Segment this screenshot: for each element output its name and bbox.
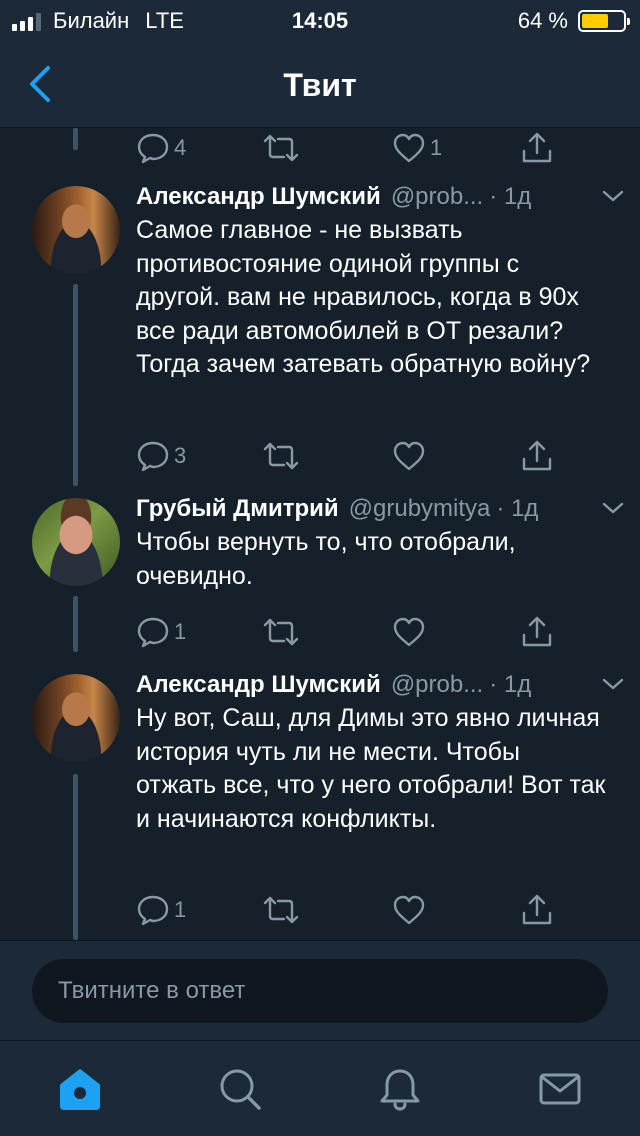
- reply-button[interactable]: 1: [136, 612, 186, 652]
- heart-icon: [393, 617, 425, 647]
- reply-count: 4: [174, 135, 187, 160]
- reply-icon: [137, 441, 169, 472]
- reply-icon: [137, 617, 169, 648]
- reply-button[interactable]: 4: [136, 128, 186, 168]
- author-handle[interactable]: @prob...: [391, 671, 483, 699]
- like-button[interactable]: [392, 436, 430, 476]
- share-icon: [522, 894, 552, 925]
- chevron-down-icon[interactable]: [600, 186, 626, 206]
- tweet-time: · 1д: [489, 671, 532, 698]
- author-handle[interactable]: @prob...: [391, 183, 483, 211]
- tweet-header: Александр Шумский @prob... · 1д: [136, 668, 624, 702]
- tweet-time: · 1д: [489, 183, 532, 210]
- messages-icon: [539, 1073, 581, 1105]
- reply-count: 3: [174, 443, 187, 468]
- navigation-header: Твит: [0, 40, 640, 128]
- reply-button[interactable]: 3: [136, 436, 186, 476]
- tweet-text: Самое главное - не вызвать противостояни…: [136, 216, 591, 379]
- share-icon: [522, 616, 552, 647]
- share-icon: [522, 440, 552, 471]
- tab-bar: [0, 1040, 640, 1136]
- tweet[interactable]: Александр Шумский @prob... · 1д Ну вот, …: [0, 668, 640, 898]
- avatar[interactable]: [32, 674, 120, 762]
- chevron-down-icon[interactable]: [600, 674, 626, 694]
- battery-percent: 64 %: [517, 8, 568, 33]
- chevron-down-icon[interactable]: [600, 498, 626, 518]
- share-icon: [522, 132, 552, 163]
- author-name[interactable]: Александр Шумский: [136, 183, 381, 211]
- like-button[interactable]: 1: [392, 128, 442, 168]
- author-name[interactable]: Грубый Дмитрий: [136, 495, 339, 523]
- status-bar: Билайн LTE 14:05 64 %: [0, 0, 640, 40]
- tweet[interactable]: Грубый Дмитрий @grubymitya · 1д Чтобы ве…: [0, 492, 640, 612]
- avatar[interactable]: [32, 186, 120, 274]
- tab-home[interactable]: [52, 1061, 108, 1117]
- tweet-time: · 1д: [496, 495, 539, 522]
- reply-composer: [0, 940, 640, 1040]
- retweet-button[interactable]: [262, 890, 304, 930]
- home-icon: [60, 1069, 100, 1110]
- like-button[interactable]: [392, 890, 430, 930]
- share-button[interactable]: [520, 890, 554, 930]
- battery-icon: [578, 10, 630, 32]
- share-button[interactable]: [520, 436, 554, 476]
- battery-cap: [627, 18, 630, 25]
- author-name[interactable]: Александр Шумский: [136, 671, 381, 699]
- tweet-header: Грубый Дмитрий @grubymitya · 1д: [136, 492, 624, 526]
- page-title: Твит: [283, 67, 357, 103]
- author-handle[interactable]: @grubymitya: [349, 495, 491, 523]
- tweet-text: Чтобы вернуть то, что отобрали, очевидно…: [136, 528, 516, 590]
- tweet-text: Ну вот, Саш, для Димы это явно личная ис…: [136, 704, 606, 833]
- like-count: 1: [430, 135, 443, 160]
- search-icon: [220, 1069, 261, 1110]
- reply-count: 1: [174, 619, 187, 644]
- retweet-icon: [263, 896, 299, 924]
- status-right: 64 %: [517, 8, 630, 34]
- retweet-button[interactable]: [262, 612, 304, 652]
- heart-icon: [393, 441, 425, 471]
- tab-search[interactable]: [212, 1061, 268, 1117]
- retweet-icon: [263, 618, 299, 646]
- reply-icon: [137, 133, 169, 164]
- avatar[interactable]: [32, 498, 120, 586]
- tweet-thread[interactable]: 4 1 Александр Шумский @prob... · 1д Само…: [0, 128, 640, 940]
- tab-notifications[interactable]: [372, 1061, 428, 1117]
- notifications-icon: [380, 1069, 420, 1111]
- tweet-actions: 3: [0, 436, 640, 476]
- heart-icon: [393, 133, 425, 163]
- reply-icon: [137, 895, 169, 926]
- retweet-button[interactable]: [262, 128, 304, 168]
- retweet-icon: [263, 442, 299, 470]
- tweet-actions: 1: [0, 890, 640, 930]
- tab-messages[interactable]: [532, 1061, 588, 1117]
- retweet-icon: [263, 134, 299, 162]
- share-button[interactable]: [520, 128, 554, 168]
- battery-fill: [582, 14, 608, 28]
- like-button[interactable]: [392, 612, 430, 652]
- reply-button[interactable]: 1: [136, 890, 186, 930]
- retweet-button[interactable]: [262, 436, 304, 476]
- tweet-actions: 4 1: [0, 128, 640, 168]
- tweet-actions: 1: [0, 612, 640, 652]
- share-button[interactable]: [520, 612, 554, 652]
- reply-input[interactable]: [32, 959, 608, 1023]
- reply-count: 1: [174, 897, 187, 922]
- heart-icon: [393, 895, 425, 925]
- tweet-header: Александр Шумский @prob... · 1д: [136, 180, 624, 214]
